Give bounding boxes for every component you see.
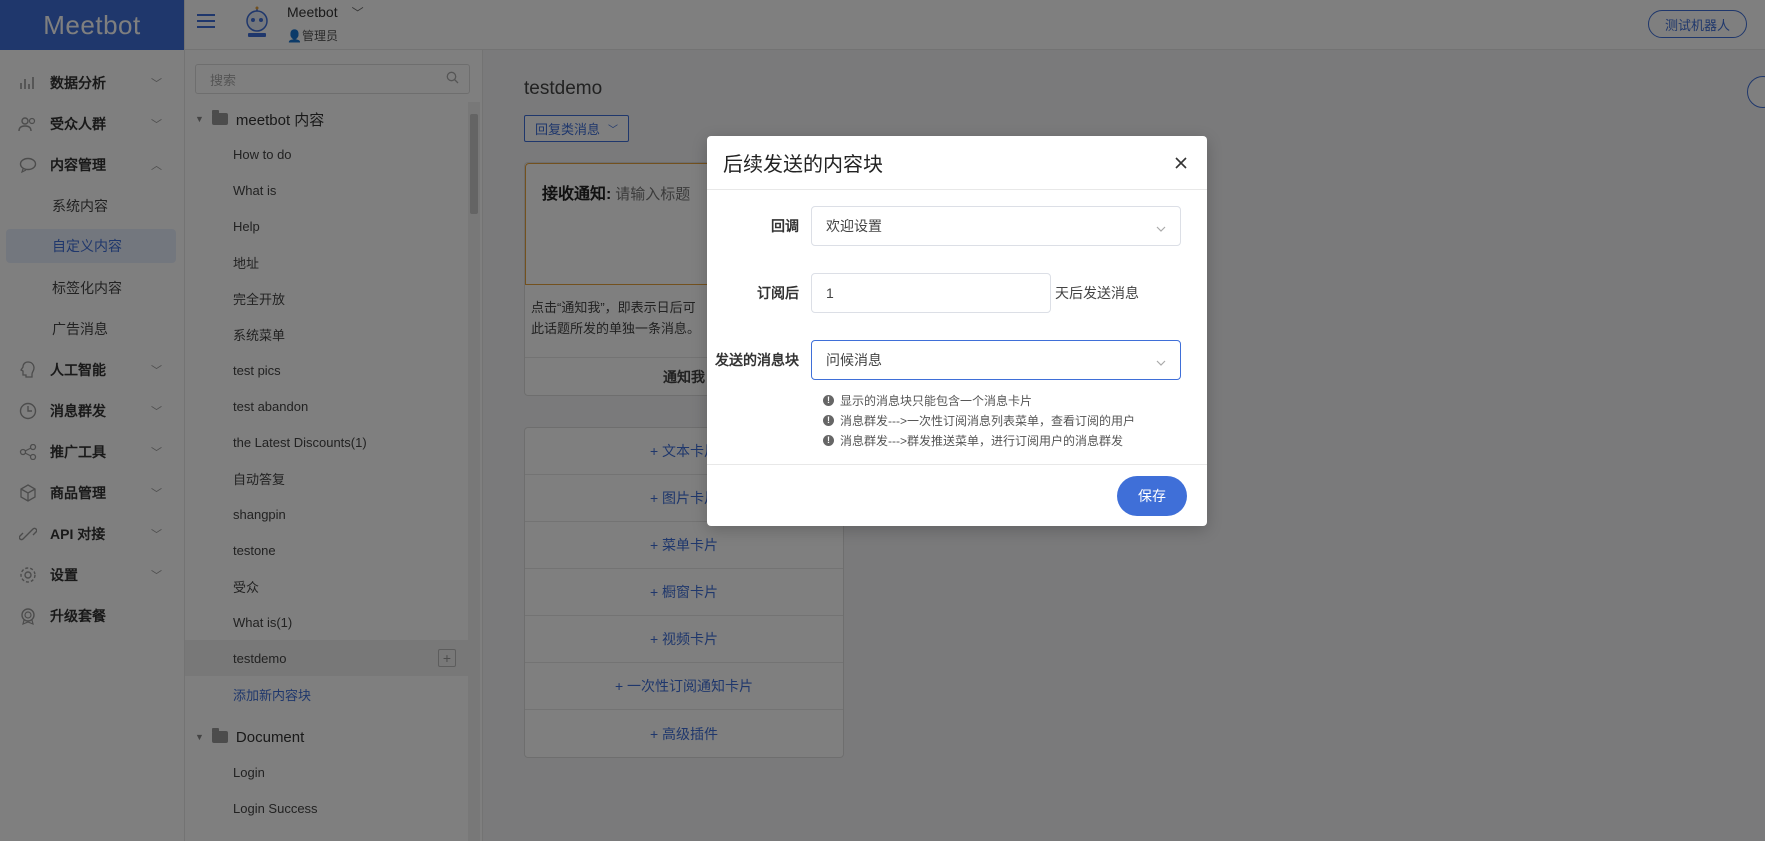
subscribe-label: 订阅后 [757, 285, 799, 301]
block-label: 发送的消息块 [715, 352, 799, 368]
dialog-title: 后续发送的内容块 [723, 154, 883, 176]
info-icon: ! [823, 434, 834, 446]
chevron-down-icon [1156, 355, 1166, 366]
info-icon: ! [823, 414, 834, 426]
subscribe-row: 订阅后 1 天后发送消息 [707, 273, 1207, 313]
close-icon[interactable] [1171, 153, 1191, 173]
followup-block-dialog: 后续发送的内容块 回调 欢迎设置 订阅后 1 天后发送消息 发送的消息块 问候消… [707, 136, 1207, 526]
block-row: 发送的消息块 问候消息 [707, 340, 1207, 380]
info-icon: ! [823, 394, 834, 406]
callback-row: 回调 欢迎设置 [707, 206, 1207, 246]
message-block-select[interactable]: 问候消息 [811, 340, 1181, 380]
days-input[interactable]: 1 [811, 273, 1051, 313]
tip-item: ! 显示的消息块只能包含一个消息卡片 [823, 390, 1135, 410]
dialog-footer: 保存 [707, 464, 1207, 526]
tip-item: ! 消息群发--->一次性订阅消息列表菜单，查看订阅的用户 [823, 410, 1135, 430]
days-suffix: 天后发送消息 [1055, 285, 1139, 301]
dialog-header: 后续发送的内容块 [707, 136, 1207, 190]
chevron-down-icon [1156, 221, 1166, 232]
save-button[interactable]: 保存 [1117, 476, 1187, 516]
tip-item: ! 消息群发--->群发推送菜单，进行订阅用户的消息群发 [823, 430, 1135, 450]
tips-list: ! 显示的消息块只能包含一个消息卡片 ! 消息群发--->一次性订阅消息列表菜单，查… [823, 390, 1135, 450]
callback-select[interactable]: 欢迎设置 [811, 206, 1181, 246]
callback-label: 回调 [771, 218, 799, 234]
